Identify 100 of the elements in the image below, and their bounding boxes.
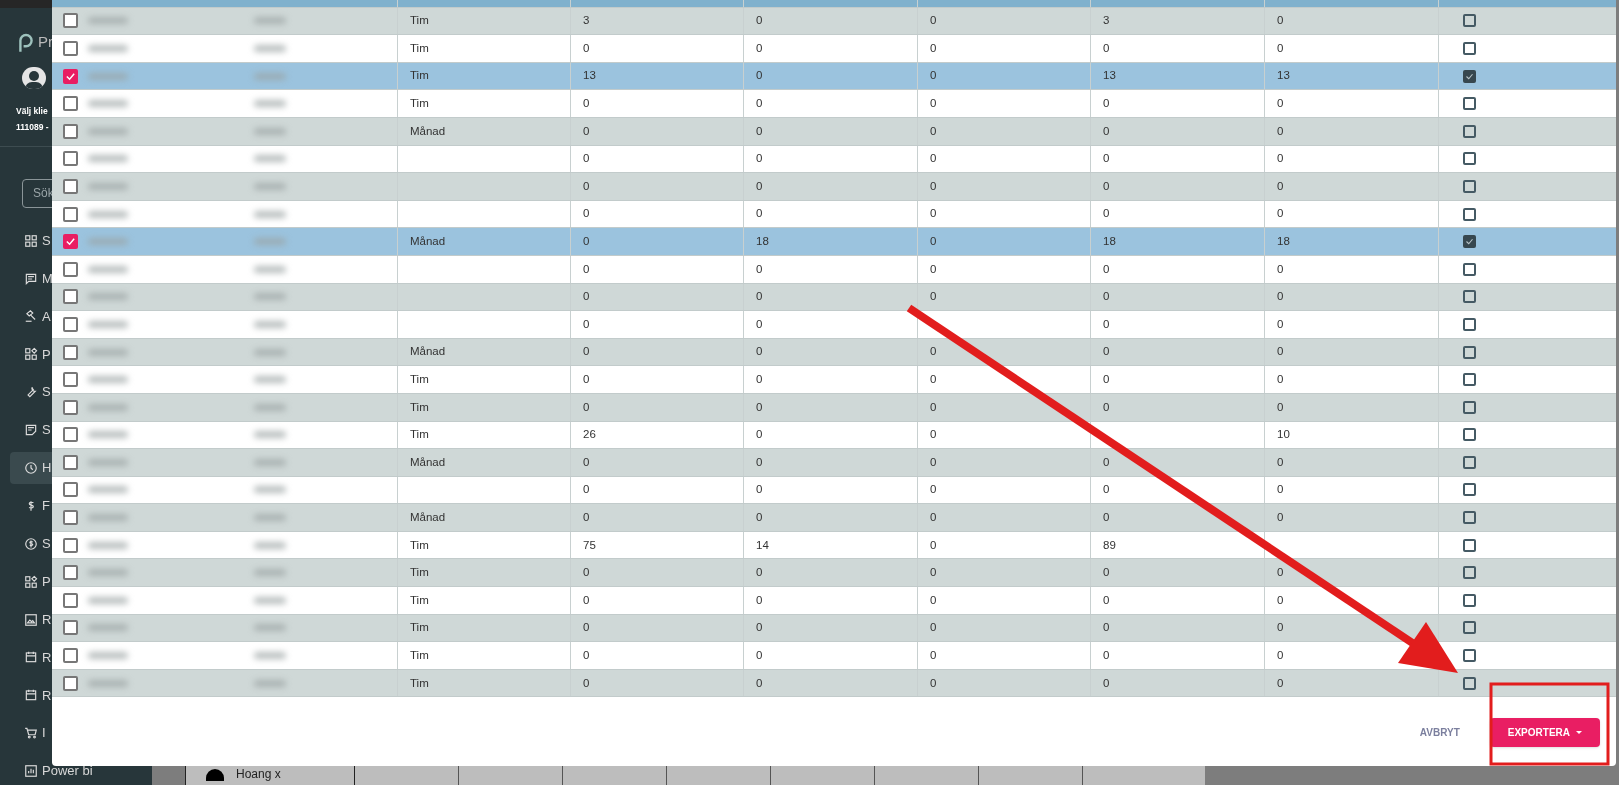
table-cell-text: 0 — [1103, 454, 1110, 470]
row-checkbox[interactable] — [63, 151, 78, 167]
table-row[interactable]: Tim 0 0 0 0 0 — [52, 614, 1616, 643]
table-row[interactable]: Tim 0 0 0 0 0 — [52, 393, 1616, 422]
row-checkbox[interactable] — [63, 289, 78, 305]
row-checkbox[interactable] — [63, 178, 78, 194]
table-row[interactable]: Tim 0 0 0 0 0 — [52, 669, 1616, 698]
flag-checkbox[interactable] — [1463, 69, 1476, 83]
row-checkbox[interactable] — [63, 344, 78, 360]
table-row[interactable]: 0 0 0 0 — [52, 311, 1616, 339]
table-cell-text: 0 — [756, 289, 763, 305]
row-checkbox[interactable] — [63, 675, 78, 691]
table-row[interactable]: 0 0 0 0 0 — [52, 476, 1616, 505]
cancel-button[interactable]: AVBRYT — [1417, 718, 1462, 747]
flag-checkbox[interactable] — [1463, 593, 1476, 607]
row-checkbox[interactable] — [63, 620, 78, 636]
table-cell-text: 0 — [583, 565, 590, 581]
table-cell-text: 13 — [1103, 68, 1116, 84]
table-cell-text: 0 — [1277, 509, 1284, 525]
flag-checkbox[interactable] — [1463, 345, 1476, 359]
row-checkbox[interactable] — [63, 399, 78, 415]
nav-item[interactable]: I — [10, 717, 152, 750]
row-checkbox[interactable] — [63, 427, 78, 443]
table-row[interactable]: Månad 0 0 0 0 0 — [52, 504, 1616, 532]
flag-checkbox[interactable] — [1463, 42, 1476, 55]
flag-checkbox[interactable] — [1463, 207, 1476, 221]
table-cell-text: 0 — [1277, 592, 1284, 608]
table-row[interactable]: Månad 0 18 0 18 18 — [52, 228, 1616, 256]
table-row[interactable]: Tim 75 14 0 89 — [52, 531, 1616, 560]
table-cell-text: 0 — [756, 647, 763, 663]
row-checkbox[interactable] — [63, 316, 78, 332]
table-cell-text: 0 — [1103, 206, 1110, 222]
row-checkbox[interactable] — [63, 206, 78, 222]
flag-checkbox[interactable] — [1463, 97, 1476, 111]
table-cell-text: 0 — [756, 427, 763, 443]
row-checkbox[interactable] — [63, 510, 78, 526]
row-checkbox[interactable] — [63, 372, 78, 388]
row-checkbox[interactable] — [63, 68, 78, 84]
table-row[interactable]: 0 0 0 0 0 — [52, 173, 1616, 201]
table-row[interactable]: Månad 0 0 0 0 0 — [52, 449, 1616, 477]
flag-checkbox[interactable] — [1463, 649, 1476, 663]
flag-checkbox[interactable] — [1463, 455, 1476, 469]
table-row[interactable]: Tim 0 0 0 0 0 — [52, 642, 1616, 670]
table-row[interactable]: 0 0 0 0 0 — [52, 255, 1616, 284]
table-cell-text: Tim — [410, 620, 429, 636]
flag-checkbox[interactable] — [1463, 566, 1476, 580]
flag-checkbox[interactable] — [1463, 179, 1476, 193]
row-checkbox[interactable] — [63, 234, 78, 250]
row-checkbox[interactable] — [63, 454, 78, 470]
table-cell-text: 0 — [930, 482, 937, 498]
table-row[interactable]: Månad 0 0 0 0 0 — [52, 338, 1616, 367]
table-row[interactable]: Tim 3 0 0 3 0 — [52, 7, 1616, 36]
row-checkbox[interactable] — [63, 123, 78, 139]
row-checkbox[interactable] — [63, 96, 78, 112]
flag-checkbox[interactable] — [1463, 235, 1476, 249]
table-cell-text: 0 — [930, 427, 937, 443]
row-checkbox[interactable] — [63, 482, 78, 498]
blurred-text — [88, 100, 128, 108]
flag-checkbox[interactable] — [1463, 676, 1476, 690]
table-cell-text: 75 — [583, 537, 596, 553]
flag-checkbox[interactable] — [1463, 538, 1476, 552]
blurred-text — [88, 17, 128, 25]
table-row[interactable]: 0 0 0 0 0 — [52, 145, 1616, 174]
table-row[interactable]: 0 0 0 0 0 — [52, 283, 1616, 312]
flag-checkbox[interactable] — [1463, 483, 1476, 497]
row-checkbox[interactable] — [63, 648, 78, 664]
flag-checkbox[interactable] — [1463, 124, 1476, 138]
blurred-text — [88, 624, 128, 632]
row-checkbox[interactable] — [63, 565, 78, 581]
table-cell-text: Tim — [410, 40, 429, 56]
table-row[interactable]: Tim 0 0 0 0 0 — [52, 35, 1616, 63]
flag-checkbox[interactable] — [1463, 400, 1476, 414]
table-cell-text: 0 — [1277, 344, 1284, 360]
table-cell-text: 0 — [930, 592, 937, 608]
flag-checkbox[interactable] — [1463, 373, 1476, 387]
table-row[interactable]: Tim 13 0 0 13 13 — [52, 62, 1616, 91]
row-checkbox[interactable] — [63, 13, 78, 29]
flag-checkbox[interactable] — [1463, 290, 1476, 304]
flag-checkbox[interactable] — [1463, 14, 1476, 28]
flag-checkbox[interactable] — [1463, 621, 1476, 635]
row-checkbox[interactable] — [63, 592, 78, 608]
table-row[interactable]: Månad 0 0 0 0 0 — [52, 117, 1616, 146]
table-row[interactable]: Tim 26 0 0 10 — [52, 421, 1616, 450]
flag-checkbox[interactable] — [1463, 511, 1476, 525]
flag-checkbox[interactable] — [1463, 317, 1476, 331]
nav-item[interactable]: Power bi — [10, 755, 152, 785]
table-cell-text: 14 — [756, 537, 769, 553]
table-row[interactable]: Tim 0 0 0 0 0 — [52, 90, 1616, 118]
table-row[interactable]: Tim 0 0 0 0 0 — [52, 366, 1616, 394]
table-row[interactable]: 0 0 0 0 0 — [52, 200, 1616, 229]
table-row[interactable]: Tim 0 0 0 0 0 — [52, 559, 1616, 588]
row-checkbox[interactable] — [63, 261, 78, 277]
flag-checkbox[interactable] — [1463, 428, 1476, 442]
table-cell-text: 0 — [1277, 206, 1284, 222]
row-checkbox[interactable] — [63, 537, 78, 553]
table-row[interactable]: Tim 0 0 0 0 0 — [52, 587, 1616, 615]
flag-checkbox[interactable] — [1463, 152, 1476, 166]
row-checkbox[interactable] — [63, 41, 78, 56]
flag-checkbox[interactable] — [1463, 262, 1476, 276]
table-cell-text: 0 — [756, 96, 763, 112]
